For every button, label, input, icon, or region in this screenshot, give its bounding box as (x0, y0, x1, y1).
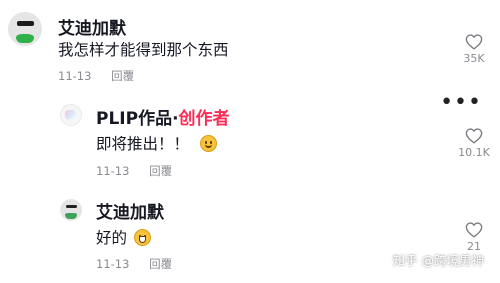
reply-button[interactable]: 回覆 (149, 164, 172, 178)
comment-text: 即将推出！！ (96, 132, 217, 154)
comment-text: 我怎样才能得到那个东西 (58, 41, 229, 59)
avatar[interactable] (60, 104, 82, 126)
comment-text-content: 即将推出！！ (96, 135, 190, 153)
avatar-bar (65, 204, 77, 208)
avatar-body (65, 213, 77, 219)
like-button[interactable]: 35K (454, 34, 494, 65)
more-options-icon[interactable]: ••• (440, 92, 482, 114)
comment-date: 11-13 (96, 164, 130, 178)
username-text: PLIP作品 (96, 109, 173, 129)
like-count: 10.1K (458, 146, 490, 159)
comment-username[interactable]: 艾迪加默 (58, 14, 126, 39)
grin-emoji-icon (133, 229, 151, 246)
avatar-body (16, 33, 34, 43)
brand-logo-icon (64, 109, 78, 120)
avatar[interactable] (60, 199, 82, 221)
wink-smile-emoji-icon (199, 135, 217, 152)
avatar[interactable] (8, 12, 42, 46)
comment-date: 11-13 (58, 69, 92, 83)
heart-outline-icon (465, 128, 483, 144)
comment-text: 好的 (96, 226, 151, 248)
comment-date: 11-13 (96, 257, 130, 271)
comment-meta: 11-13 回覆 (58, 68, 134, 84)
comment-username[interactable]: PLIP作品·创作者 (96, 104, 230, 129)
like-button[interactable]: 21 (454, 222, 494, 253)
reply-button[interactable]: 回覆 (149, 257, 172, 271)
heart-outline-icon (465, 34, 483, 50)
like-count: 35K (463, 52, 485, 65)
watermark-text: 知乎 @跨境男神 (392, 253, 484, 268)
creator-badge: 创作者 (178, 109, 230, 129)
comment-username[interactable]: 艾迪加默 (96, 198, 164, 223)
like-button[interactable]: 10.1K (454, 128, 494, 159)
avatar-bar (16, 20, 34, 26)
reply-button[interactable]: 回覆 (111, 69, 134, 83)
heart-outline-icon (465, 222, 483, 238)
comment-text-content: 好的 (96, 229, 128, 247)
comment-meta: 11-13 回覆 (96, 256, 172, 272)
comment-meta: 11-13 回覆 (96, 163, 172, 179)
